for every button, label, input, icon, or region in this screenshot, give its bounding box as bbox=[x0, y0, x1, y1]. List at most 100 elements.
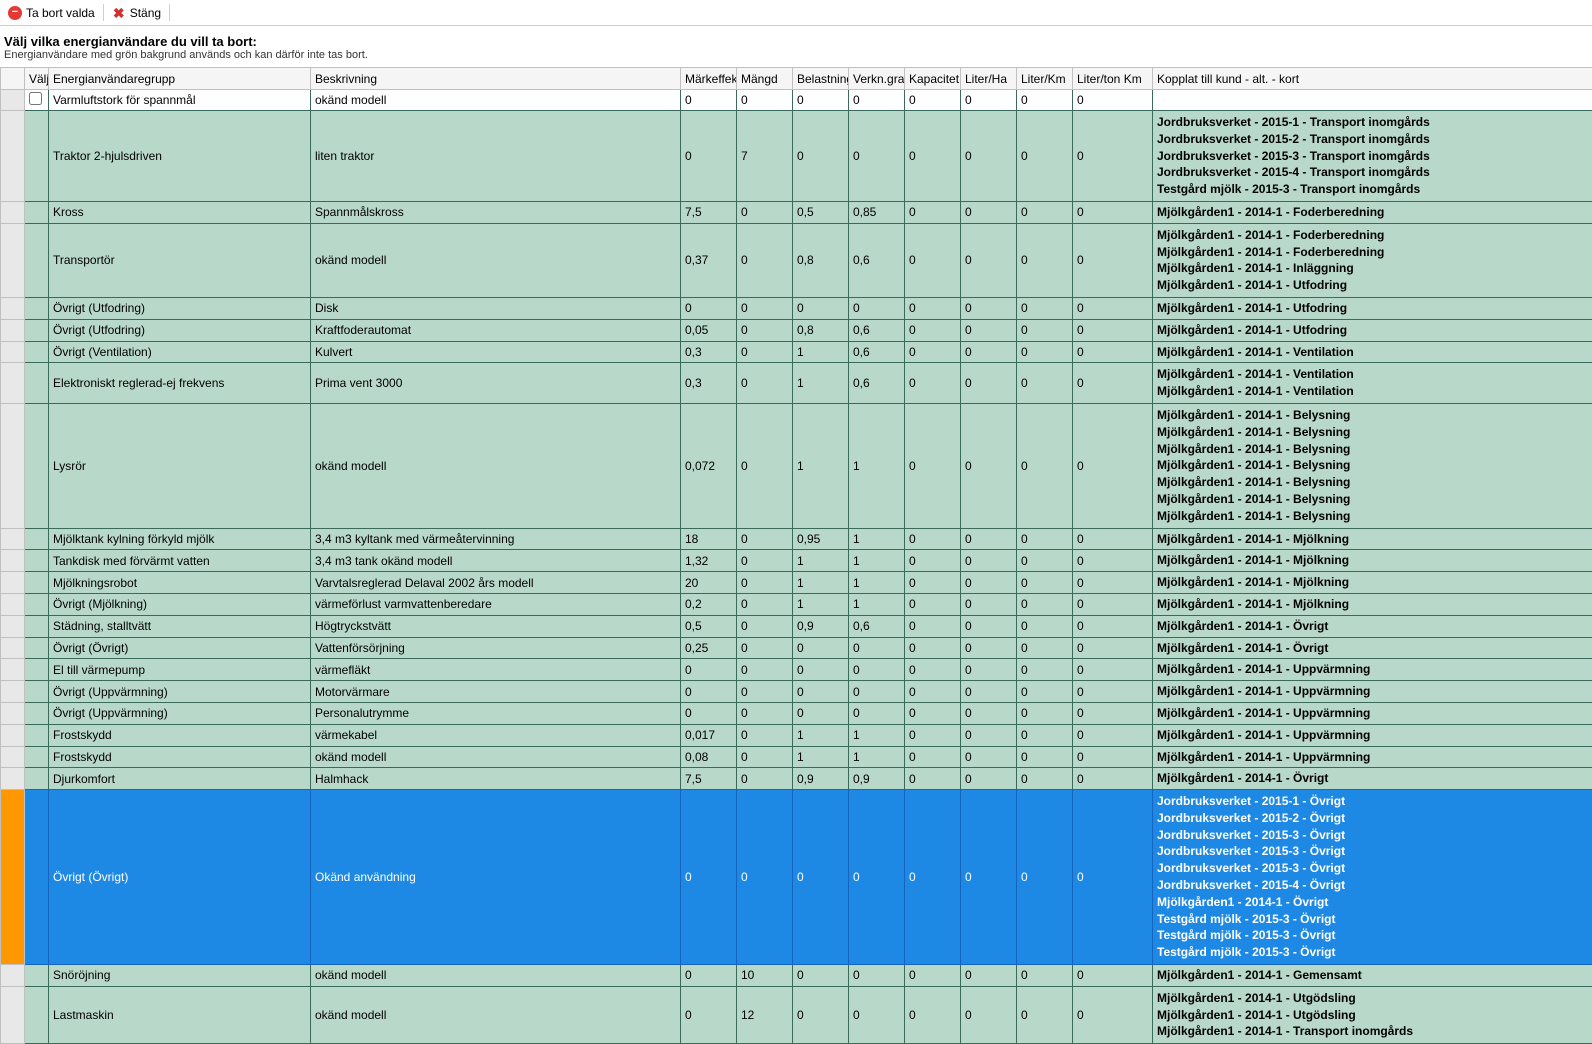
cell-valj[interactable] bbox=[25, 746, 49, 768]
cell-value: 0 bbox=[737, 593, 793, 615]
cell-valj[interactable] bbox=[25, 223, 49, 297]
remove-selected-button[interactable]: Ta bort valda bbox=[0, 4, 104, 21]
kopplat-line: Mjölkgården1 - 2014-1 - Utfodring bbox=[1157, 300, 1592, 317]
table-row[interactable]: Frostskyddvärmekabel0,0170110000Mjölkgår… bbox=[1, 724, 1592, 746]
table-row[interactable]: Tankdisk med förvärmt vatten3,4 m3 tank … bbox=[1, 550, 1592, 572]
col-mangd[interactable]: Mängd bbox=[737, 68, 793, 90]
cell-valj[interactable] bbox=[25, 403, 49, 528]
table-row[interactable]: Elektroniskt reglerad-ej frekvensPrima v… bbox=[1, 363, 1592, 404]
table-row[interactable]: Övrigt (Mjölkning)värmeförlust varmvatte… bbox=[1, 593, 1592, 615]
cell-valj[interactable] bbox=[25, 528, 49, 550]
col-verkngrad[interactable]: Verkn.grad bbox=[849, 68, 905, 90]
cell-valj[interactable] bbox=[25, 550, 49, 572]
row-marker[interactable] bbox=[1, 550, 25, 572]
table-row[interactable]: Traktor 2-hjulsdrivenliten traktor070000… bbox=[1, 111, 1592, 202]
cell-valj[interactable] bbox=[25, 201, 49, 223]
cell-valj[interactable] bbox=[25, 790, 49, 965]
cell-valj[interactable] bbox=[25, 319, 49, 341]
row-marker[interactable] bbox=[1, 768, 25, 790]
row-marker[interactable] bbox=[1, 111, 25, 202]
table-row[interactable]: MjölkningsrobotVarvtalsreglerad Delaval … bbox=[1, 572, 1592, 594]
cell-valj[interactable] bbox=[25, 341, 49, 363]
row-marker[interactable] bbox=[1, 201, 25, 223]
cell-valj[interactable] bbox=[25, 681, 49, 703]
table-row[interactable]: El till värmepumpvärmefläkt00000000Mjölk… bbox=[1, 659, 1592, 681]
table-row[interactable]: Mjölktank kylning förkyld mjölk3,4 m3 ky… bbox=[1, 528, 1592, 550]
col-belastning[interactable]: Belastning bbox=[793, 68, 849, 90]
kopplat-line: Mjölkgården1 - 2014-1 - Belysning bbox=[1157, 424, 1592, 441]
table-row[interactable]: Övrigt (Uppvärmning)Personalutrymme00000… bbox=[1, 702, 1592, 724]
col-literkm[interactable]: Liter/Km bbox=[1017, 68, 1073, 90]
row-marker[interactable] bbox=[1, 319, 25, 341]
table-row[interactable]: Varmluftstork för spannmålokänd modell00… bbox=[1, 90, 1592, 111]
row-marker[interactable] bbox=[1, 223, 25, 297]
table-row[interactable]: Övrigt (Ventilation)Kulvert0,3010,60000M… bbox=[1, 341, 1592, 363]
table-row[interactable]: KrossSpannmålskross7,500,50,850000Mjölkg… bbox=[1, 201, 1592, 223]
table-row[interactable]: Övrigt (Utfodring)Kraftfoderautomat0,050… bbox=[1, 319, 1592, 341]
row-marker[interactable] bbox=[1, 90, 25, 111]
row-marker[interactable] bbox=[1, 746, 25, 768]
cell-value: 0 bbox=[1017, 111, 1073, 202]
cell-value: 0 bbox=[737, 528, 793, 550]
col-markeffekt[interactable]: Märkeffekt bbox=[681, 68, 737, 90]
cell-value: 0 bbox=[905, 297, 961, 319]
cell-value: 0,9 bbox=[849, 768, 905, 790]
row-marker[interactable] bbox=[1, 593, 25, 615]
cell-kopplat bbox=[1153, 90, 1592, 111]
cell-valj[interactable] bbox=[25, 593, 49, 615]
cell-valj[interactable] bbox=[25, 90, 49, 111]
table-row[interactable]: Övrigt (Uppvärmning)Motorvärmare00000000… bbox=[1, 681, 1592, 703]
col-kapacitet[interactable]: Kapacitet bbox=[905, 68, 961, 90]
table-row[interactable]: Frostskyddokänd modell0,080110000Mjölkgå… bbox=[1, 746, 1592, 768]
cell-value: 0,25 bbox=[681, 637, 737, 659]
row-marker[interactable] bbox=[1, 637, 25, 659]
row-marker[interactable] bbox=[1, 659, 25, 681]
table-row[interactable]: Övrigt (Övrigt)Okänd användning00000000J… bbox=[1, 790, 1592, 965]
row-marker[interactable] bbox=[1, 528, 25, 550]
row-marker[interactable] bbox=[1, 297, 25, 319]
row-marker[interactable] bbox=[1, 965, 25, 987]
table-row[interactable]: Övrigt (Övrigt)Vattenförsörjning0,250000… bbox=[1, 637, 1592, 659]
col-literha[interactable]: Liter/Ha bbox=[961, 68, 1017, 90]
cell-valj[interactable] bbox=[25, 965, 49, 987]
row-marker[interactable] bbox=[1, 615, 25, 637]
row-marker[interactable] bbox=[1, 702, 25, 724]
table-row[interactable]: DjurkomfortHalmhack7,500,90,90000Mjölkgå… bbox=[1, 768, 1592, 790]
cell-valj[interactable] bbox=[25, 659, 49, 681]
cell-valj[interactable] bbox=[25, 724, 49, 746]
col-grupp[interactable]: Energianvändaregrupp bbox=[49, 68, 311, 90]
cell-grupp: Tankdisk med förvärmt vatten bbox=[49, 550, 311, 572]
cell-valj[interactable] bbox=[25, 572, 49, 594]
energy-users-table[interactable]: Välj Energianvändaregrupp Beskrivning Mä… bbox=[0, 67, 1592, 1044]
table-row[interactable]: Övrigt (Utfodring)Disk00000000Mjölkgårde… bbox=[1, 297, 1592, 319]
cell-valj[interactable] bbox=[25, 637, 49, 659]
row-marker[interactable] bbox=[1, 790, 25, 965]
table-row[interactable]: Snöröjningokänd modell010000000Mjölkgård… bbox=[1, 965, 1592, 987]
row-marker[interactable] bbox=[1, 341, 25, 363]
kopplat-line: Mjölkgården1 - 2014-1 - Mjölkning bbox=[1157, 596, 1592, 613]
cell-valj[interactable] bbox=[25, 111, 49, 202]
cell-valj[interactable] bbox=[25, 297, 49, 319]
row-marker[interactable] bbox=[1, 681, 25, 703]
table-row[interactable]: Transportörokänd modell0,3700,80,60000Mj… bbox=[1, 223, 1592, 297]
cell-valj[interactable] bbox=[25, 615, 49, 637]
col-valj[interactable]: Välj bbox=[25, 68, 49, 90]
cell-valj[interactable] bbox=[25, 363, 49, 404]
row-marker[interactable] bbox=[1, 403, 25, 528]
row-marker[interactable] bbox=[1, 572, 25, 594]
col-litertonkm[interactable]: Liter/ton Km bbox=[1073, 68, 1153, 90]
cell-value: 1 bbox=[849, 572, 905, 594]
row-marker[interactable] bbox=[1, 363, 25, 404]
table-row[interactable]: Städning, stalltvättHögtryckstvätt0,500,… bbox=[1, 615, 1592, 637]
cell-valj[interactable] bbox=[25, 986, 49, 1043]
table-row[interactable]: Lysrörokänd modell0,0720110000Mjölkgårde… bbox=[1, 403, 1592, 528]
col-beskr[interactable]: Beskrivning bbox=[311, 68, 681, 90]
cell-valj[interactable] bbox=[25, 768, 49, 790]
row-checkbox[interactable] bbox=[29, 92, 42, 105]
col-kopplat[interactable]: Kopplat till kund - alt. - kort bbox=[1153, 68, 1592, 90]
table-row[interactable]: Lastmaskinokänd modell012000000Mjölkgård… bbox=[1, 986, 1592, 1043]
close-button[interactable]: Stäng bbox=[104, 4, 170, 21]
row-marker[interactable] bbox=[1, 986, 25, 1043]
row-marker[interactable] bbox=[1, 724, 25, 746]
cell-valj[interactable] bbox=[25, 702, 49, 724]
